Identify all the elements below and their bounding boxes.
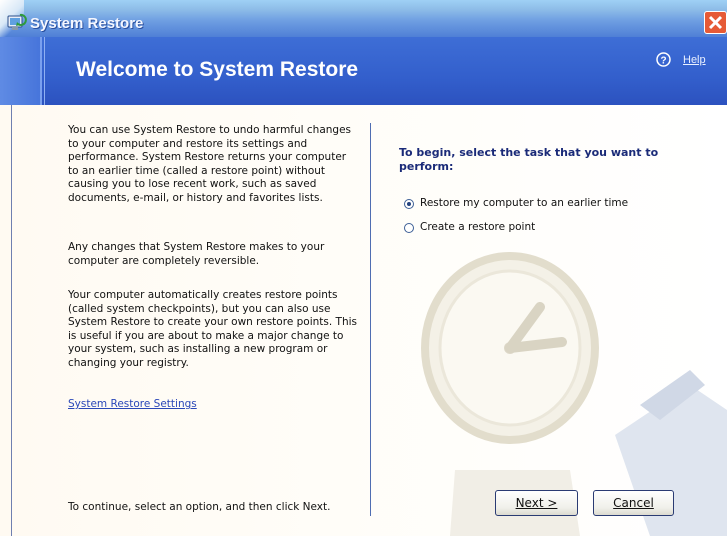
left-edge-line xyxy=(11,105,12,536)
system-restore-icon xyxy=(7,13,27,30)
radio-button[interactable] xyxy=(404,199,414,209)
title-bar[interactable]: System Restore xyxy=(0,0,727,37)
reversible-paragraph: Any changes that System Restore makes to… xyxy=(68,241,325,267)
instruction-text: To continue, select an option, and then … xyxy=(68,501,331,513)
close-icon xyxy=(708,15,723,30)
cancel-button[interactable]: Cancel xyxy=(593,490,674,516)
page-title: Welcome to System Restore xyxy=(76,58,359,81)
intro-paragraph: You can use System Restore to undo harmf… xyxy=(68,124,352,204)
window-title: System Restore xyxy=(30,15,144,32)
help-icon[interactable]: ? xyxy=(656,52,671,67)
radio-selected-dot xyxy=(407,202,411,206)
system-restore-window: System Restore Welcome to System Restore… xyxy=(0,0,727,536)
radio-label[interactable]: Restore my computer to an earlier time xyxy=(420,197,628,209)
checkpoints-paragraph: Your computer automatically creates rest… xyxy=(68,289,357,369)
next-button[interactable]: Next > xyxy=(495,490,578,516)
radio-button[interactable] xyxy=(404,223,414,233)
header-divider xyxy=(44,37,45,105)
task-prompt: To begin, select the task that you want … xyxy=(399,146,659,173)
svg-text:?: ? xyxy=(660,56,666,67)
header-accent xyxy=(0,37,42,105)
help-link[interactable]: Help xyxy=(683,54,706,66)
close-button[interactable] xyxy=(704,11,727,34)
radio-label[interactable]: Create a restore point xyxy=(420,221,535,233)
panel-divider xyxy=(370,123,371,516)
system-restore-settings-link[interactable]: System Restore Settings xyxy=(68,398,197,410)
